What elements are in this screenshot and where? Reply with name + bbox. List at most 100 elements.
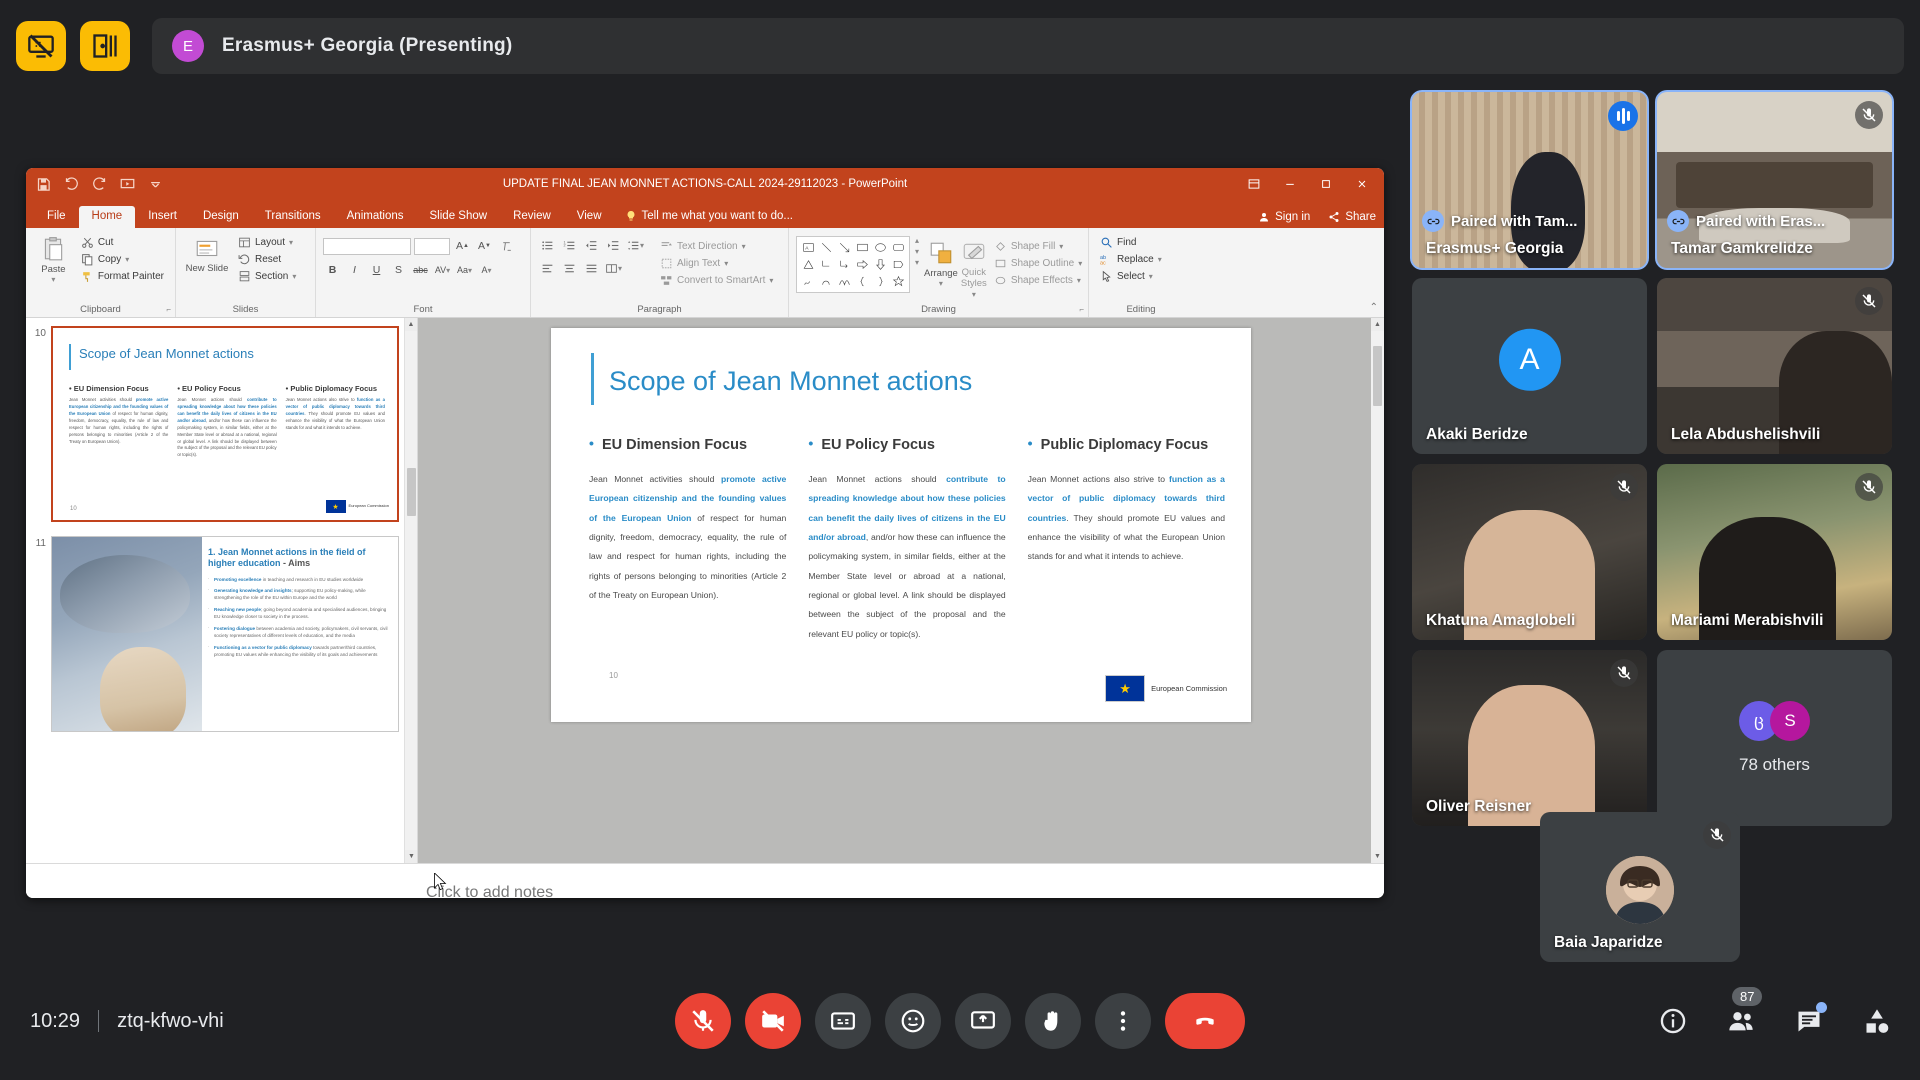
scrollbar-thumb[interactable]: [407, 468, 416, 516]
slide-thumbnail-11[interactable]: 1. Jean Monnet actions in the field of h…: [51, 536, 399, 732]
participant-tile-khatuna-amaglobeli[interactable]: Khatuna Amaglobeli: [1412, 464, 1647, 640]
scroll-down-icon[interactable]: ▼: [405, 850, 417, 863]
participant-tile-akaki-beridze[interactable]: A Akaki Beridze: [1412, 278, 1647, 454]
redo-icon[interactable]: [92, 176, 107, 192]
chevron-down-icon[interactable]: ▾: [125, 255, 129, 264]
self-view-tile[interactable]: Baia Japaridze: [1540, 812, 1740, 962]
font-size-box[interactable]: [414, 237, 450, 255]
clipboard-dialog-launcher[interactable]: ⌐: [166, 305, 171, 314]
cut-button[interactable]: Cut: [77, 235, 168, 250]
arrange-button[interactable]: Arrange ▾: [924, 236, 958, 288]
camera-off-button[interactable]: [745, 993, 801, 1049]
shadow-button[interactable]: S: [389, 261, 408, 279]
scroll-down-icon[interactable]: ▼: [1371, 850, 1384, 863]
shape-curve[interactable]: [817, 273, 835, 290]
increase-font-size-button[interactable]: A ▲: [453, 237, 472, 255]
tab-file[interactable]: File: [34, 206, 79, 229]
paste-button[interactable]: Paste ▾: [33, 232, 74, 284]
participant-tile-lela-abdushelishvili[interactable]: Lela Abdushelishvili: [1657, 278, 1892, 454]
replace-button[interactable]: ab ac Replace ▾: [1096, 252, 1166, 267]
tab-insert[interactable]: Insert: [135, 206, 190, 229]
tab-slide-show[interactable]: Slide Show: [417, 206, 501, 229]
meeting-details-button[interactable]: [1656, 1004, 1690, 1038]
chevron-down-icon[interactable]: ▾: [289, 238, 293, 247]
share-button[interactable]: Share: [1328, 211, 1376, 223]
sign-in-button[interactable]: Sign in: [1258, 211, 1310, 223]
shape-freeform[interactable]: [799, 273, 817, 290]
underline-button[interactable]: U: [367, 261, 386, 279]
shape-outline-button[interactable]: Shape Outline ▾: [990, 256, 1086, 271]
customize-qat-icon[interactable]: [148, 177, 163, 192]
clear-formatting-button[interactable]: [497, 237, 516, 255]
chat-button[interactable]: [1792, 1002, 1827, 1038]
scroll-up-icon[interactable]: ▲: [405, 318, 417, 331]
font-name-box[interactable]: [323, 237, 411, 255]
shapes-scroll-down-icon[interactable]: ▾: [915, 247, 919, 256]
more-options-button[interactable]: [1095, 993, 1151, 1049]
scroll-up-icon[interactable]: ▲: [1371, 318, 1384, 331]
slide-thumbnail-10[interactable]: Scope of Jean Monnet actions • EU Dimens…: [51, 326, 399, 522]
reset-button[interactable]: Reset: [234, 252, 300, 267]
line-spacing-button[interactable]: ▾: [626, 236, 645, 254]
tell-me-search[interactable]: Tell me what you want to do...: [625, 210, 793, 228]
justify-button[interactable]: [582, 259, 601, 277]
others-tile[interactable]: ც S 78 others: [1657, 650, 1892, 826]
participants-button[interactable]: 87: [1724, 987, 1763, 1038]
find-button[interactable]: Find: [1096, 235, 1166, 250]
tab-transitions[interactable]: Transitions: [252, 206, 334, 229]
shape-rounded-rect[interactable]: [889, 239, 907, 256]
align-left-button[interactable]: [538, 259, 557, 277]
change-case-button[interactable]: Aa ▾: [455, 261, 474, 279]
participant-tile-oliver-reisner[interactable]: Oliver Reisner: [1412, 650, 1647, 826]
layout-button[interactable]: Layout ▾: [234, 235, 300, 250]
shape-right-brace[interactable]: [871, 273, 889, 290]
copy-button[interactable]: Copy ▾: [77, 252, 168, 267]
columns-button[interactable]: ▾: [604, 259, 623, 277]
shape-line[interactable]: [817, 239, 835, 256]
select-button[interactable]: Select ▾: [1096, 269, 1166, 284]
microphone-off-button[interactable]: [675, 993, 731, 1049]
shape-arc[interactable]: [835, 273, 853, 290]
captions-button[interactable]: [815, 993, 871, 1049]
present-button[interactable]: [955, 993, 1011, 1049]
shape-pentagon[interactable]: [889, 256, 907, 273]
align-center-button[interactable]: [560, 259, 579, 277]
tab-view[interactable]: View: [564, 206, 615, 229]
stage-scrollbar[interactable]: ▲ ▼: [1371, 318, 1384, 863]
increase-indent-button[interactable]: [604, 236, 623, 254]
shapes-gallery[interactable]: A: [796, 236, 910, 293]
convert-to-smartart-button[interactable]: Convert to SmartArt ▾: [656, 273, 777, 288]
participant-tile-erasmus-georgia[interactable]: Paired with Tam... Erasmus+ Georgia: [1410, 90, 1649, 270]
italic-button[interactable]: I: [345, 261, 364, 279]
shape-oval[interactable]: [871, 239, 889, 256]
numbering-button[interactable]: 12: [560, 236, 579, 254]
scrollbar-thumb[interactable]: [1373, 346, 1382, 406]
close-button[interactable]: [1344, 168, 1380, 200]
tab-home[interactable]: Home: [78, 205, 136, 228]
shapes-expand-icon[interactable]: ▾: [915, 258, 919, 267]
new-slide-button[interactable]: New Slide: [183, 232, 231, 275]
align-text-button[interactable]: Align Text ▾: [656, 256, 777, 271]
bullets-button[interactable]: [538, 236, 557, 254]
shapes-scroll-up-icon[interactable]: ▴: [915, 236, 919, 245]
shape-right-arrow[interactable]: [853, 256, 871, 273]
shape-down-arrow[interactable]: [871, 256, 889, 273]
tab-review[interactable]: Review: [500, 206, 564, 229]
decrease-indent-button[interactable]: [582, 236, 601, 254]
tab-design[interactable]: Design: [190, 206, 252, 229]
collapse-ribbon-button[interactable]: ⌃: [1370, 302, 1378, 313]
reactions-button[interactable]: [885, 993, 941, 1049]
shape-triangle[interactable]: [799, 256, 817, 273]
shape-fill-button[interactable]: Shape Fill ▾: [990, 239, 1086, 254]
activities-button[interactable]: [1860, 1004, 1894, 1038]
ribbon-display-options-button[interactable]: [1236, 168, 1272, 200]
save-icon[interactable]: [36, 177, 51, 192]
shape-elbow-arrow[interactable]: [835, 256, 853, 273]
tab-animations[interactable]: Animations: [334, 206, 417, 229]
font-color-button[interactable]: A ▾: [477, 261, 496, 279]
minimize-button[interactable]: [1272, 168, 1308, 200]
character-spacing-button[interactable]: AV ▾: [433, 261, 452, 279]
leave-presentation-button[interactable]: [80, 21, 130, 71]
shape-rectangle[interactable]: [853, 239, 871, 256]
restore-button[interactable]: [1308, 168, 1344, 200]
